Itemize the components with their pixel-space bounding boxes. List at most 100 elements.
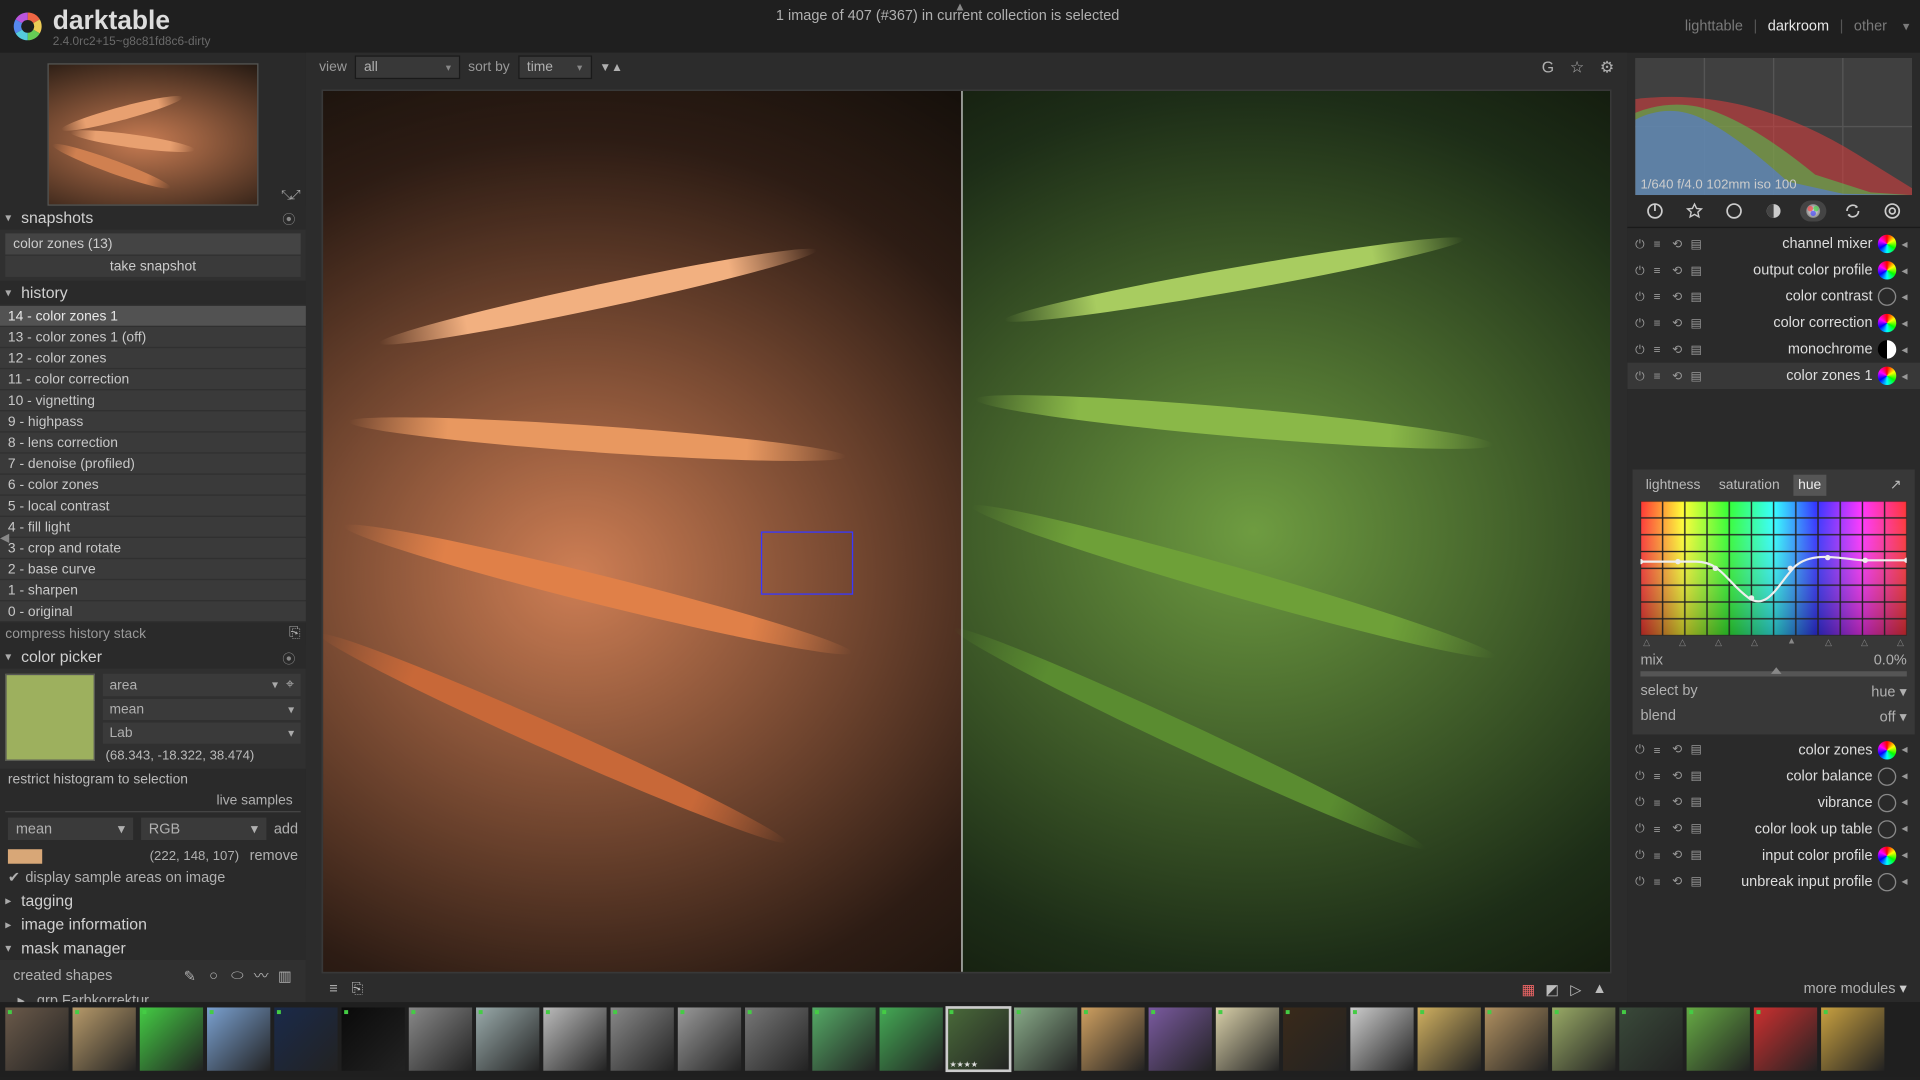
multi-instance-icon[interactable]: ≡ [1654,743,1667,756]
color-picker-region[interactable] [761,531,853,594]
power-icon[interactable]: ⏻ [1635,316,1648,331]
expand-arrow-icon[interactable]: ◂ [1902,822,1913,837]
history-item[interactable]: 7 - denoise (profiled) [0,454,306,474]
filmstrip-thumb[interactable] [678,1007,741,1070]
tone-tab-icon[interactable] [1760,200,1786,221]
filmstrip-thumb[interactable] [476,1007,539,1070]
multi-instance-icon[interactable]: ≡ [1654,316,1667,329]
preset-icon[interactable]: ▤ [1691,742,1704,757]
power-icon[interactable]: ⏻ [1635,769,1648,784]
filmstrip-thumb[interactable] [1552,1007,1615,1070]
expand-arrow-icon[interactable]: ◂ [1902,874,1913,889]
gear-icon[interactable]: ⦿ [282,647,295,667]
styles-quick-icon[interactable]: ⎘ [345,980,369,997]
module-row[interactable]: ⏻≡⟲▤vibrance◂ [1627,789,1920,815]
reset-icon[interactable]: ⟲ [1672,263,1685,278]
view-other-menu-icon[interactable]: ▾ [1903,19,1910,34]
multi-instance-icon[interactable]: ≡ [1654,290,1667,303]
g-icon[interactable]: G [1542,58,1554,76]
history-item[interactable]: 8 - lens correction [0,433,306,453]
filmstrip-thumb[interactable] [207,1007,270,1070]
history-item[interactable]: 2 - base curve [0,559,306,579]
filmstrip-thumb[interactable] [745,1007,808,1070]
power-icon[interactable]: ⏻ [1635,822,1648,837]
filmstrip-thumb[interactable] [5,1007,68,1070]
snapshot-split-line[interactable] [961,91,962,972]
filmstrip-thumb[interactable] [880,1007,943,1070]
filmstrip[interactable]: ★★★★ [0,1002,1920,1076]
softproof-icon[interactable]: ▦ [1516,980,1540,997]
filmstrip-thumb[interactable] [543,1007,606,1070]
history-item[interactable]: 6 - color zones [0,475,306,495]
filmstrip-thumb[interactable] [1149,1007,1212,1070]
reset-icon[interactable]: ⟲ [1672,848,1685,863]
history-item[interactable]: 3 - crop and rotate [0,538,306,558]
sample-model-select[interactable]: RGB▾ [141,818,266,840]
reset-icon[interactable]: ⟲ [1672,237,1685,252]
styles-icon[interactable]: ⎘ [289,625,301,642]
image-canvas[interactable] [322,90,1612,974]
multi-instance-icon[interactable]: ≡ [1654,796,1667,809]
quick-access-icon[interactable]: ≡ [322,981,346,997]
preset-icon[interactable]: ▤ [1691,263,1704,278]
history-item[interactable]: 0 - original [0,601,306,621]
filmstrip-thumb[interactable] [1216,1007,1279,1070]
color-zones-curve[interactable] [1640,500,1906,635]
reset-icon[interactable]: ⟲ [1672,342,1685,357]
reset-icon[interactable]: ⟲ [1672,289,1685,304]
sort-select[interactable]: time▾ [518,55,592,79]
expand-arrow-icon[interactable]: ◂ [1902,369,1913,384]
compress-history-button[interactable]: compress history stack [5,626,289,642]
multi-instance-icon[interactable]: ≡ [1654,369,1667,382]
history-item[interactable]: 10 - vignetting [0,390,306,410]
view-other[interactable]: other [1854,18,1887,34]
histogram[interactable]: 1/640 f/4.0 102mm iso 100 [1635,58,1912,195]
history-item[interactable]: 13 - color zones 1 (off) [0,327,306,347]
expand-arrow-icon[interactable]: ◂ [1902,263,1913,278]
snapshot-current[interactable]: color zones (13) [5,233,300,254]
expand-arrow-icon[interactable]: ◂ [1902,769,1913,784]
sample-stat-select[interactable]: mean▾ [8,818,133,840]
preset-icon[interactable]: ▤ [1691,848,1704,863]
power-icon[interactable]: ⏻ [1635,289,1648,304]
power-icon[interactable]: ⏻ [1635,848,1648,863]
multi-instance-icon[interactable]: ≡ [1654,343,1667,356]
module-row[interactable]: ⏻≡⟲▤color balance◂ [1627,763,1920,789]
color-picker-header[interactable]: ▾color picker⦿ [0,645,306,669]
blend-value[interactable]: off [1880,709,1896,725]
image-info-header[interactable]: ▸image information [0,913,306,937]
multi-instance-icon[interactable]: ≡ [1654,769,1667,782]
reset-icon[interactable]: ⟲ [1672,769,1685,784]
power-icon[interactable]: ⏻ [1635,795,1648,810]
picker-mode-select[interactable]: area▾⌖ [103,674,301,696]
history-item[interactable]: 14 - color zones 1 [0,306,306,326]
module-row[interactable]: ⏻≡⟲▤channel mixer◂ [1627,231,1920,257]
module-row[interactable]: ⏻≡⟲▤color correction◂ [1627,310,1920,336]
power-icon[interactable]: ⏻ [1635,237,1648,252]
module-row[interactable]: ⏻≡⟲▤unbreak input profile◂ [1627,868,1920,894]
check-icon[interactable]: ✔ [8,869,20,886]
filmstrip-thumb[interactable] [812,1007,875,1070]
gear-icon[interactable]: ⦿ [282,208,295,228]
filmstrip-thumb[interactable] [1687,1007,1750,1070]
gamut-icon[interactable]: ◩ [1540,980,1564,997]
power-icon[interactable]: ⏻ [1635,369,1648,384]
multi-instance-icon[interactable]: ≡ [1654,849,1667,862]
reset-icon[interactable]: ⟲ [1672,795,1685,810]
expand-arrow-icon[interactable]: ◂ [1902,289,1913,304]
filmstrip-thumb[interactable] [342,1007,405,1070]
module-row[interactable]: ⏻≡⟲▤output color profile◂ [1627,257,1920,283]
remove-sample-button[interactable]: remove [250,848,298,864]
filmstrip-thumb[interactable] [1619,1007,1682,1070]
filmstrip-thumb[interactable] [1081,1007,1144,1070]
power-icon[interactable]: ⏻ [1635,342,1648,357]
cz-tab-saturation[interactable]: saturation [1714,474,1785,495]
restrict-histogram-label[interactable]: restrict histogram to selection [0,769,306,790]
expand-arrow-icon[interactable]: ◂ [1902,237,1913,252]
top-panel-toggle[interactable]: ▲ [954,0,966,13]
cz-tab-lightness[interactable]: lightness [1640,474,1705,495]
preset-icon[interactable]: ▤ [1691,342,1704,357]
filmstrip-thumb[interactable] [611,1007,674,1070]
expand-arrow-icon[interactable]: ◂ [1902,742,1913,757]
take-snapshot-button[interactable]: take snapshot [5,256,300,277]
